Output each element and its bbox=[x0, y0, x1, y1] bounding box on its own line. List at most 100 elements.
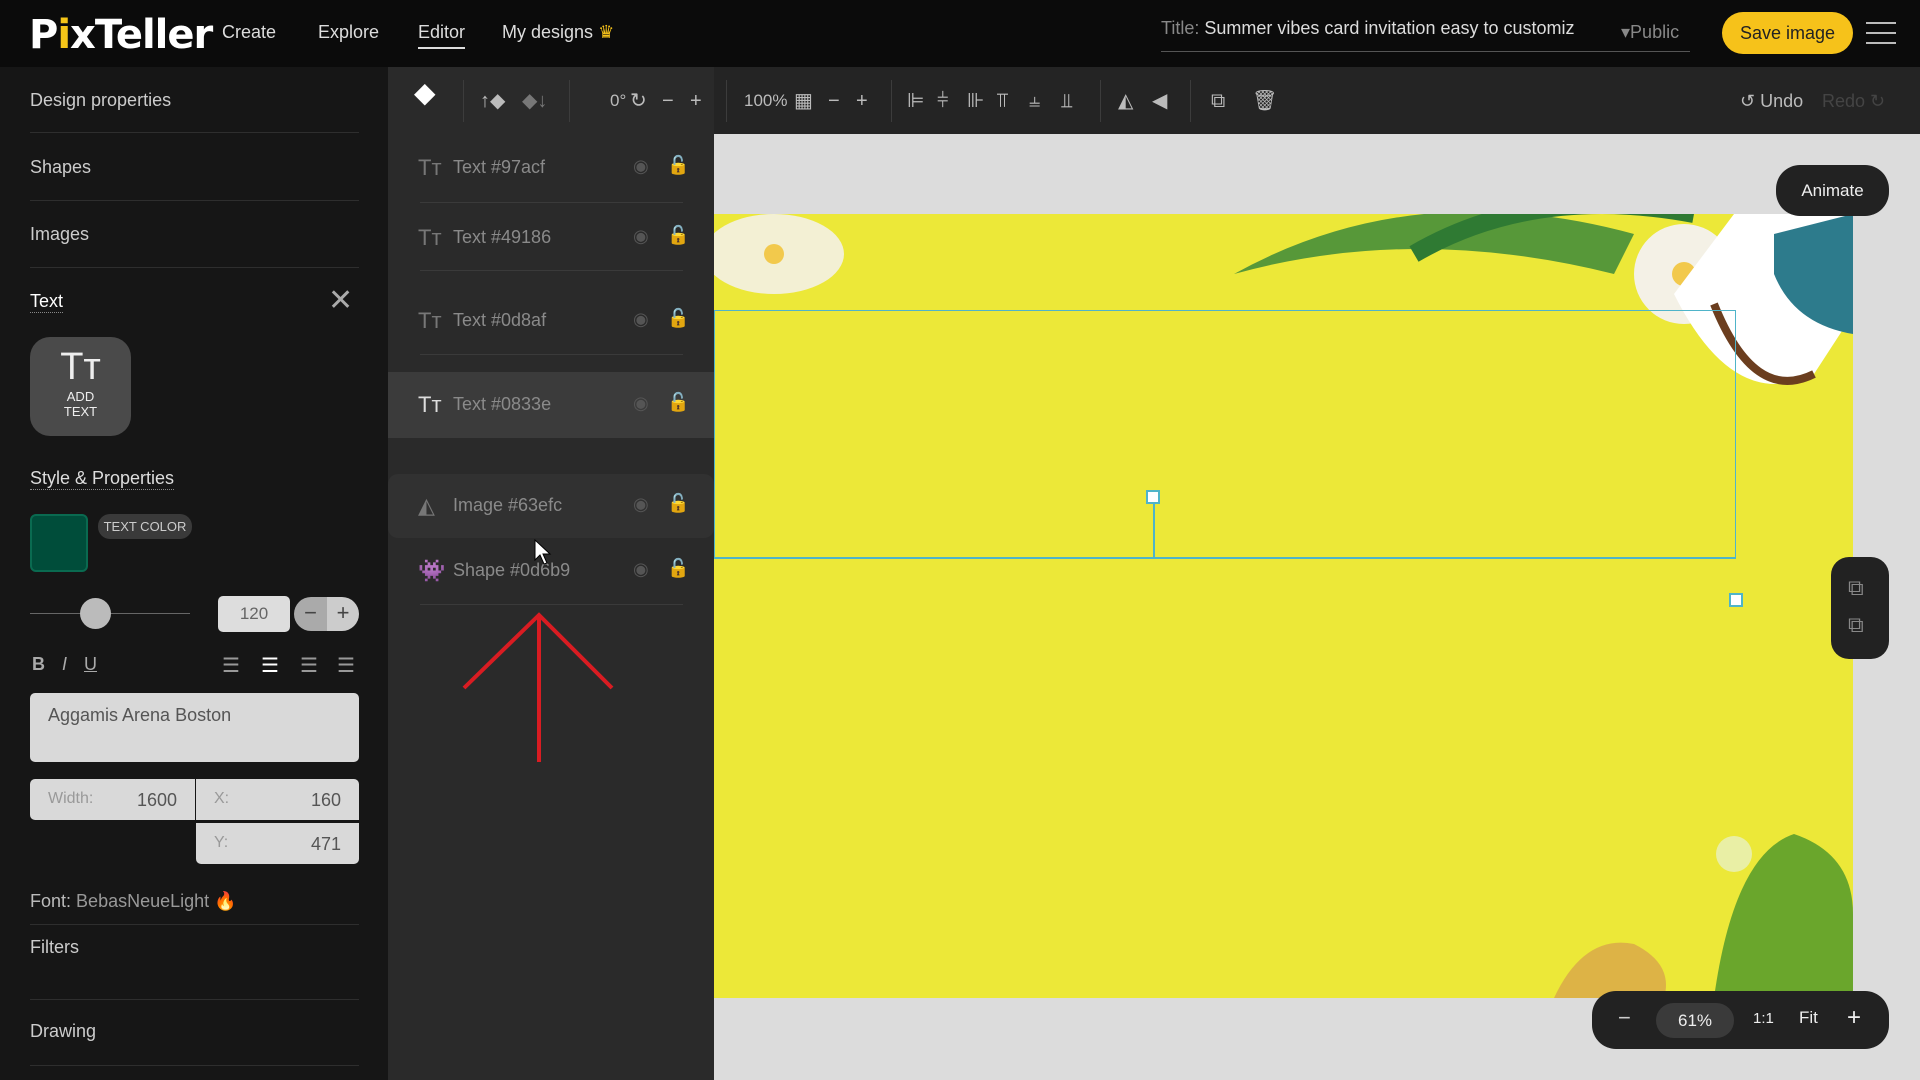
layer-name: Text #97acf bbox=[453, 157, 546, 177]
add-text-button[interactable]: Tт ADD TEXT bbox=[30, 337, 131, 436]
opacity-minus-button[interactable]: − bbox=[828, 88, 840, 114]
align-right-icon[interactable]: ☰ bbox=[300, 653, 318, 678]
lock-icon[interactable]: 🔓 bbox=[667, 155, 689, 176]
align-left-edge-icon[interactable]: ⊫ bbox=[907, 88, 924, 114]
font-selector[interactable]: Font: BebasNeueLight 🔥 bbox=[30, 891, 237, 912]
floating-tools: ⧉ ⧉ bbox=[1831, 557, 1889, 659]
animate-button[interactable]: Animate bbox=[1776, 165, 1889, 216]
crown-icon: ♛ bbox=[598, 22, 615, 42]
resize-handle[interactable] bbox=[1729, 593, 1743, 607]
align-center-icon[interactable]: ☰ bbox=[261, 653, 279, 678]
lock-icon[interactable]: 🔓 bbox=[667, 308, 689, 329]
send-backward-icon[interactable]: ◆↓ bbox=[522, 88, 547, 114]
title-input[interactable]: Title: Summer vibes card invitation easy… bbox=[1161, 18, 1690, 52]
zoom-in-button[interactable]: + bbox=[1847, 1004, 1861, 1032]
separator bbox=[891, 80, 892, 122]
section-text[interactable]: Text bbox=[30, 291, 64, 313]
layer-item[interactable]: Tт Text #97acf ◉ 🔓 bbox=[388, 143, 714, 193]
rotate-plus-button[interactable]: + bbox=[690, 88, 702, 114]
add-page-icon[interactable]: ⧉ bbox=[1848, 575, 1864, 601]
align-bottom-icon[interactable]: ⫫ bbox=[1061, 88, 1072, 114]
decrease-button[interactable]: − bbox=[294, 597, 327, 631]
zoom-1to1-button[interactable]: 1:1 bbox=[1753, 1010, 1774, 1027]
logo[interactable]: PixTeller bbox=[29, 12, 213, 58]
nav-my-designs[interactable]: My designs ♛ bbox=[502, 22, 614, 43]
section-filters[interactable]: Filters bbox=[30, 937, 79, 958]
section-shapes[interactable]: Shapes bbox=[30, 157, 91, 178]
divider bbox=[420, 202, 683, 203]
bring-forward-icon[interactable]: ↑◆ bbox=[480, 88, 505, 114]
eye-icon[interactable]: ◉ bbox=[633, 156, 649, 177]
layer-item[interactable]: Tт Text #49186 ◉ 🔓 bbox=[388, 213, 714, 263]
align-left-icon[interactable]: ☰ bbox=[222, 653, 240, 678]
duplicate-icon[interactable]: ⧉ bbox=[1211, 88, 1225, 114]
nav-my-designs-label: My designs bbox=[502, 22, 594, 42]
zoom-bar: − 61% 1:1 Fit + bbox=[1592, 991, 1889, 1049]
divider bbox=[30, 200, 359, 201]
lock-icon[interactable]: 🔓 bbox=[667, 392, 689, 413]
y-label: Y: bbox=[214, 834, 229, 851]
zoom-fit-button[interactable]: Fit bbox=[1799, 1008, 1818, 1028]
duplicate-page-icon[interactable]: ⧉ bbox=[1848, 612, 1864, 638]
delete-icon[interactable]: 🗑 bbox=[1252, 88, 1277, 114]
slider-knob[interactable] bbox=[80, 598, 111, 629]
divider bbox=[30, 924, 359, 925]
separator bbox=[1190, 80, 1191, 122]
lock-icon[interactable]: 🔓 bbox=[667, 225, 689, 246]
align-v-center-icon[interactable]: ⫨ bbox=[1029, 88, 1040, 114]
save-image-button[interactable]: Save image bbox=[1722, 12, 1853, 54]
layer-name: Text #0d8af bbox=[453, 310, 547, 330]
design-canvas[interactable] bbox=[714, 214, 1853, 998]
flip-vertical-icon[interactable]: ◀ bbox=[1152, 88, 1167, 114]
section-drawing[interactable]: Drawing bbox=[30, 1021, 96, 1042]
undo-label: Undo bbox=[1760, 91, 1804, 111]
title-value: Summer vibes card invitation easy to cus… bbox=[1204, 18, 1575, 38]
close-icon[interactable]: ✕ bbox=[328, 286, 353, 316]
visibility-dropdown[interactable]: ▾Public bbox=[1621, 22, 1679, 43]
flip-horizontal-icon[interactable]: ◭ bbox=[1118, 88, 1133, 114]
align-right-edge-icon[interactable]: ⊪ bbox=[967, 88, 984, 114]
rotate-handle[interactable] bbox=[1146, 490, 1160, 504]
eye-icon[interactable]: ◉ bbox=[633, 494, 649, 515]
font-size-input[interactable]: 120 bbox=[218, 596, 290, 632]
separator bbox=[726, 80, 727, 122]
width-field[interactable]: Width: 1600 bbox=[30, 779, 195, 820]
opacity-plus-button[interactable]: + bbox=[856, 88, 868, 114]
left-panel bbox=[0, 67, 388, 1080]
text-content-input[interactable]: Aggamis Arena Boston bbox=[30, 693, 359, 762]
lock-icon[interactable]: 🔓 bbox=[667, 493, 689, 514]
bold-button[interactable]: B bbox=[32, 654, 45, 675]
text-color-label: TEXT COLOR bbox=[98, 514, 192, 539]
eye-icon[interactable]: ◉ bbox=[633, 226, 649, 247]
undo-button[interactable]: ↺ Undo bbox=[1740, 88, 1803, 114]
style-properties-title: Style & Properties bbox=[30, 468, 175, 490]
nav-create[interactable]: Create bbox=[222, 22, 276, 43]
layer-item-selected[interactable]: Tт Text #0833e ◉ 🔓 bbox=[388, 372, 714, 438]
y-field[interactable]: Y: 471 bbox=[196, 823, 359, 864]
align-h-center-icon[interactable]: ⫩ bbox=[937, 88, 948, 114]
zoom-out-button[interactable]: − bbox=[1618, 1005, 1631, 1031]
layer-name: Text #49186 bbox=[453, 227, 552, 247]
rotate-icon[interactable]: ↻ bbox=[630, 88, 647, 114]
section-design-properties[interactable]: Design properties bbox=[30, 90, 171, 111]
italic-button[interactable]: I bbox=[62, 654, 67, 675]
x-field[interactable]: X: 160 bbox=[196, 779, 359, 820]
eye-icon[interactable]: ◉ bbox=[633, 393, 649, 414]
eye-icon[interactable]: ◉ bbox=[633, 309, 649, 330]
layer-item[interactable]: Tт Text #0d8af ◉ 🔓 bbox=[388, 296, 714, 346]
divider bbox=[30, 999, 359, 1000]
layers-icon[interactable]: ◆ bbox=[414, 79, 436, 107]
redo-button[interactable]: Redo ↻ bbox=[1822, 88, 1885, 114]
section-images[interactable]: Images bbox=[30, 224, 89, 245]
rotate-minus-button[interactable]: − bbox=[662, 88, 674, 114]
image-layer-icon: ◭ bbox=[418, 493, 435, 518]
align-top-icon[interactable]: ⫪ bbox=[997, 88, 1008, 114]
underline-button[interactable]: U bbox=[84, 654, 97, 675]
menu-icon[interactable] bbox=[1866, 22, 1896, 44]
text-layer-icon: Tт bbox=[418, 392, 442, 417]
text-color-swatch[interactable] bbox=[30, 514, 88, 572]
text-layer-icon: Tт bbox=[418, 155, 442, 180]
nav-explore[interactable]: Explore bbox=[318, 22, 379, 43]
nav-editor[interactable]: Editor bbox=[418, 22, 466, 49]
align-justify-icon[interactable]: ☰ bbox=[337, 653, 355, 678]
